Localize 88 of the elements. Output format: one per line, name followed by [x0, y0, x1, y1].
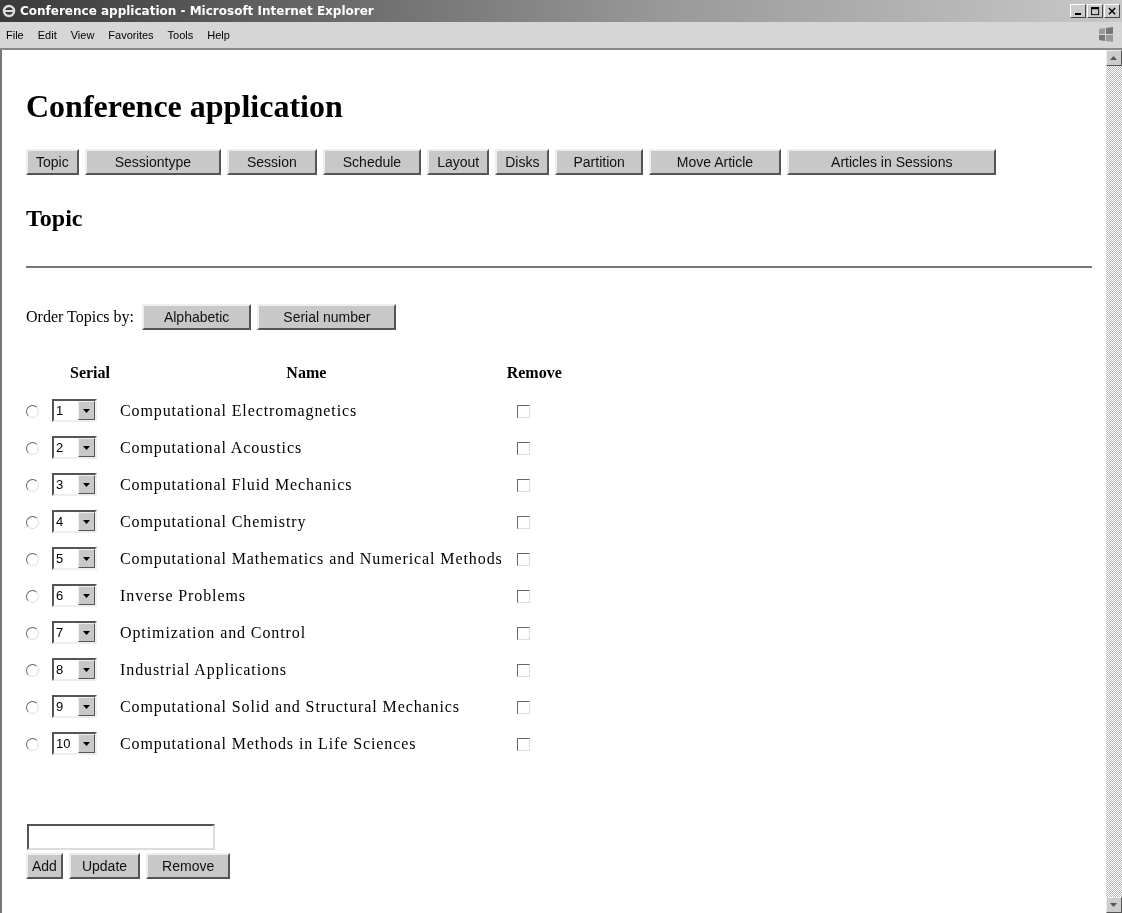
radio-button[interactable] [26, 479, 39, 493]
radio-button[interactable] [26, 701, 39, 715]
menu-item[interactable]: File [6, 28, 24, 42]
topic-name: Optimization and Control [119, 623, 307, 641]
radio-button[interactable] [26, 738, 39, 752]
serial-dropdown[interactable]: 7 [52, 621, 97, 644]
remove-checkbox[interactable] [516, 701, 530, 715]
scroll-down-icon [1110, 903, 1118, 907]
dropdown-arrow-icon [82, 741, 91, 746]
action-button[interactable]: Remove [146, 853, 231, 879]
serial-dropdown[interactable]: 4 [52, 510, 97, 533]
topic-name: Computational Solid and Structural Mechanics [119, 697, 460, 715]
radio-button[interactable] [26, 627, 39, 641]
serial-dropdown[interactable]: 6 [52, 584, 97, 607]
remove-checkbox[interactable] [516, 590, 530, 604]
remove-checkbox[interactable] [516, 553, 530, 567]
action-button[interactable]: Add [26, 853, 63, 879]
serial-dropdown[interactable]: 8 [52, 658, 97, 681]
close-icon [1107, 6, 1117, 16]
radio-button[interactable] [26, 516, 39, 530]
topic-name: Inverse Problems [119, 586, 246, 604]
page-heading: Conference application [26, 88, 344, 125]
dropdown-arrow-icon [82, 556, 91, 561]
dropdown-arrow-icon [82, 408, 91, 413]
action-button[interactable]: Update [68, 853, 141, 879]
remove-checkbox[interactable] [516, 516, 530, 530]
column-header: Name [286, 364, 327, 381]
remove-checkbox[interactable] [516, 738, 530, 752]
nav-button[interactable]: Session [226, 149, 317, 175]
windows-flag-icon [1096, 25, 1116, 45]
dropdown-arrow-icon [82, 704, 91, 709]
order-label: Order Topics by: [26, 308, 134, 326]
serial-dropdown[interactable]: 5 [52, 547, 97, 570]
minimize-icon [1075, 13, 1081, 15]
remove-checkbox[interactable] [516, 664, 530, 678]
remove-checkbox[interactable] [516, 627, 530, 641]
remove-checkbox[interactable] [516, 405, 530, 419]
dropdown-arrow-icon [82, 667, 91, 672]
nav-button[interactable]: Schedule [322, 149, 422, 175]
dropdown-arrow-icon [82, 519, 91, 524]
browser-icon [2, 4, 16, 18]
nav-button[interactable]: Disks [495, 149, 550, 175]
menu-item[interactable]: Help [207, 28, 230, 42]
close-button[interactable] [1104, 4, 1120, 18]
sort-button[interactable]: Serial number [257, 304, 397, 330]
serial-dropdown[interactable]: 9 [52, 695, 97, 718]
menu-item[interactable]: Edit [37, 28, 57, 42]
topic-input[interactable] [27, 824, 215, 850]
serial-dropdown[interactable]: 2 [52, 436, 97, 459]
column-header: Serial [70, 364, 110, 381]
topic-name: Computational Electromagnetics [119, 401, 358, 419]
dropdown-arrow-icon [82, 445, 91, 450]
serial-dropdown[interactable]: 3 [52, 473, 97, 496]
dropdown-arrow-icon [82, 593, 91, 598]
nav-button[interactable]: Layout [427, 149, 490, 175]
topic-name: Computational Acoustics [119, 438, 303, 456]
topic-name: Industrial Applications [119, 660, 287, 678]
radio-button[interactable] [26, 405, 39, 419]
column-header: Remove [506, 364, 562, 381]
topic-name: Computational Chemistry [119, 512, 307, 530]
radio-button[interactable] [26, 553, 39, 567]
topic-name: Computational Mathematics and Numerical Methods [119, 549, 503, 567]
serial-dropdown[interactable]: 1 [52, 399, 97, 422]
radio-button[interactable] [26, 664, 39, 678]
section-heading: Topic [26, 205, 84, 232]
radio-button[interactable] [26, 590, 39, 604]
nav-button[interactable]: Sessiontype [84, 149, 221, 175]
menu-item[interactable]: Favorites [108, 28, 154, 42]
minimize-button[interactable] [1070, 4, 1086, 18]
topic-name: Computational Methods in Life Sciences [119, 734, 417, 752]
sort-button[interactable]: Alphabetic [141, 304, 252, 330]
menu-item[interactable]: Tools [167, 28, 194, 42]
maximize-button[interactable] [1087, 4, 1103, 18]
nav-button[interactable]: Articles in Sessions [787, 149, 997, 175]
maximize-icon [1090, 6, 1100, 16]
scroll-up-icon [1110, 56, 1118, 60]
topic-name: Computational Fluid Mechanics [119, 475, 353, 493]
remove-checkbox[interactable] [516, 442, 530, 456]
nav-button[interactable]: Topic [26, 149, 79, 175]
dropdown-arrow-icon [82, 482, 91, 487]
nav-button[interactable]: Partition [555, 149, 643, 175]
menu-item[interactable]: View [70, 28, 95, 42]
remove-checkbox[interactable] [516, 479, 530, 493]
dropdown-arrow-icon [82, 630, 91, 635]
window-title: Conference application - Microsoft Internet Explorer [20, 4, 375, 18]
nav-button[interactable]: Move Article [648, 149, 782, 175]
serial-dropdown[interactable]: 10 [52, 732, 97, 755]
radio-button[interactable] [26, 442, 39, 456]
